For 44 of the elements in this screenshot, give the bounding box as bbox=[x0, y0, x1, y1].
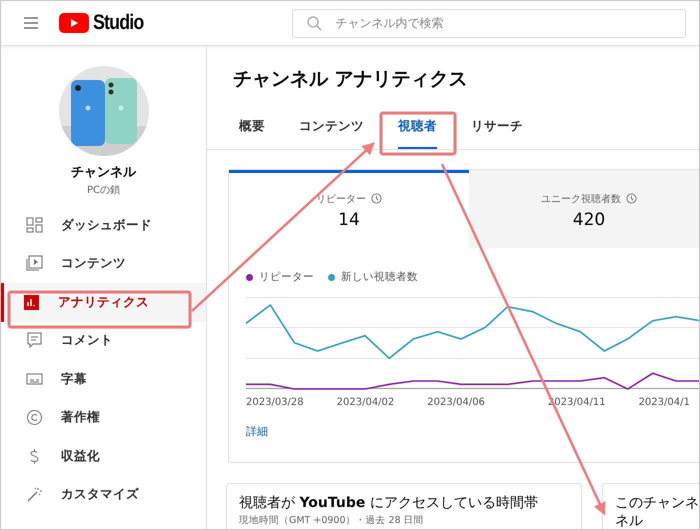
magic-wand-icon bbox=[26, 486, 43, 504]
axis-label: 2023/04/1 bbox=[638, 397, 690, 408]
card-subtitle: 現地時間（GMT +0900）・過去 28 日間 bbox=[239, 514, 425, 527]
sidebar-item[interactable]: アナリティクス bbox=[1, 283, 206, 322]
clock-icon bbox=[626, 193, 637, 204]
metric-value: 14 bbox=[338, 210, 360, 230]
sidebar-item[interactable]: ダッシュボード bbox=[1, 206, 206, 244]
axis-label: 2023/04/02 bbox=[336, 397, 394, 408]
sidebar-item[interactable]: コンテンツ bbox=[1, 244, 206, 283]
details-link[interactable]: 詳細 bbox=[246, 424, 268, 439]
metric-label: ユニーク視聴者数 bbox=[541, 192, 621, 206]
metric-value: 420 bbox=[572, 210, 606, 230]
legend-label: 新しい視聴者数 bbox=[341, 270, 418, 284]
play-logo-icon[interactable] bbox=[59, 13, 89, 33]
copyright-icon bbox=[26, 409, 43, 426]
clock-icon bbox=[371, 193, 382, 204]
card-title: このチャンネ bbox=[615, 494, 699, 512]
dashboard-icon bbox=[26, 216, 43, 234]
video-icon bbox=[26, 255, 43, 272]
metric-tile[interactable]: ユニーク視聴者数 420 bbox=[469, 170, 699, 248]
search-icon bbox=[307, 16, 322, 30]
comment-icon bbox=[26, 332, 43, 350]
legend-label: リピーター bbox=[259, 270, 314, 284]
axis-label: 2023/04/06 bbox=[427, 397, 485, 408]
card-title: 視聴者が YouTube にアクセスしている時間帯 bbox=[239, 494, 539, 512]
sidebar-item[interactable]: 字幕 bbox=[1, 360, 206, 398]
sidebar-item[interactable]: 著作権 bbox=[1, 398, 206, 437]
menu-icon[interactable] bbox=[23, 16, 39, 30]
sidebar-item[interactable]: 収益化 bbox=[1, 437, 206, 476]
metric-label: リピーター bbox=[316, 192, 366, 206]
chart-icon bbox=[23, 294, 40, 311]
page-title: チャンネル アナリティクス bbox=[233, 67, 469, 92]
tab[interactable]: コンテンツ bbox=[299, 110, 364, 149]
channel-subtitle: PCの鎖 bbox=[86, 184, 120, 197]
tab[interactable]: リサーチ bbox=[471, 110, 523, 149]
search-field[interactable]: チャンネル内で検索 bbox=[292, 8, 686, 38]
logo-text[interactable]: Studio bbox=[93, 11, 144, 35]
channel-name: チャンネル bbox=[71, 164, 136, 181]
axis-label: 2023/03/28 bbox=[246, 397, 304, 408]
tab[interactable]: 視聴者 bbox=[398, 110, 437, 149]
card-title: ネル bbox=[615, 512, 644, 529]
sidebar-item[interactable]: コメント bbox=[1, 322, 206, 360]
tab[interactable]: 概要 bbox=[239, 110, 265, 149]
sidebar-item[interactable]: カスタマイズ bbox=[1, 476, 206, 514]
